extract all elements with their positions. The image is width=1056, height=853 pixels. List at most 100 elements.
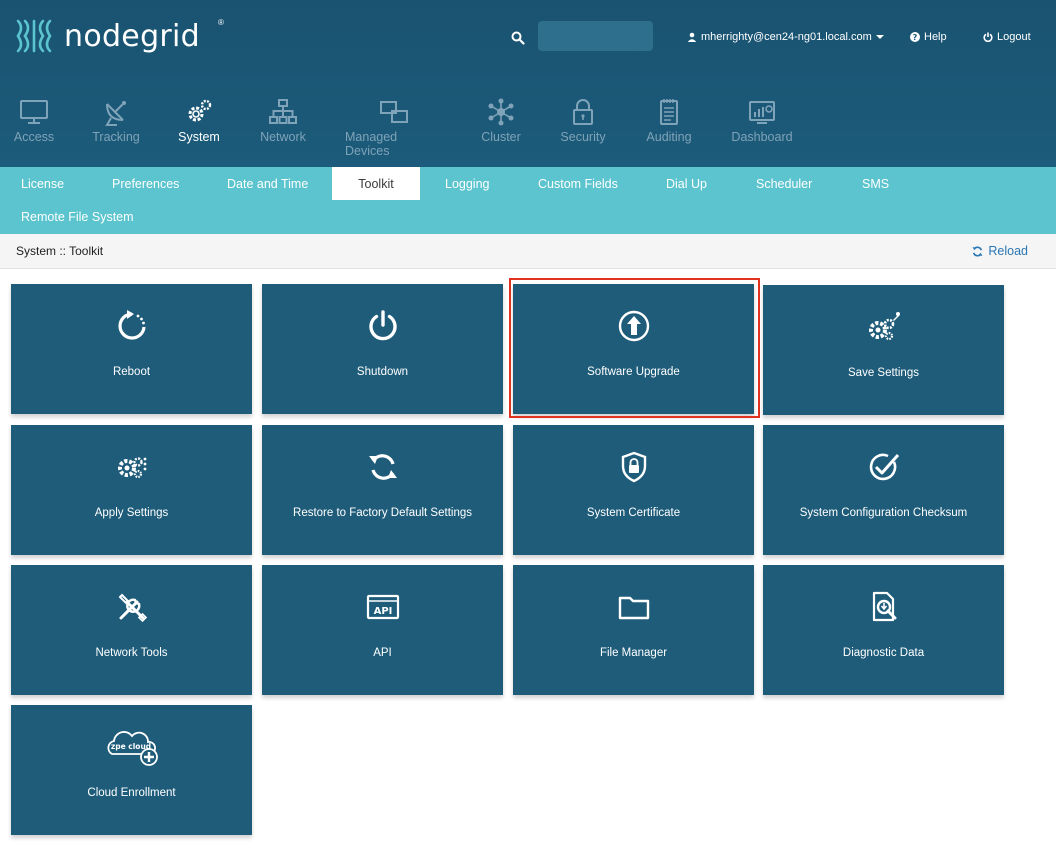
nav-cluster[interactable]: Cluster — [479, 98, 523, 144]
subnav-remote-file-system[interactable]: Remote File System — [21, 200, 134, 233]
lock-icon — [573, 99, 593, 125]
tools-icon — [118, 593, 147, 623]
subnav-sms[interactable]: SMS — [862, 167, 889, 200]
nav-label: Tracking — [92, 130, 140, 144]
shield-lock-icon — [621, 451, 646, 483]
search-icon[interactable] — [511, 31, 525, 45]
nav-label: Network — [260, 130, 306, 144]
svg-text:API: API — [373, 606, 392, 617]
tile-label: System Certificate — [586, 507, 681, 519]
logo-text: nodegrid — [64, 18, 201, 54]
nav-label: System — [178, 130, 220, 144]
sub-nav: License Preferences Date and Time Toolki… — [0, 167, 1056, 234]
tile-label: Network Tools — [95, 647, 168, 659]
user-label: mherrighty@cen24-ng01.local.com — [701, 31, 872, 43]
subnav-dial-up[interactable]: Dial Up — [666, 167, 707, 200]
logout-link[interactable]: Logout — [983, 31, 1031, 43]
monitor-icon — [20, 100, 48, 124]
svg-text:?: ? — [913, 33, 918, 42]
caret-down-icon — [875, 35, 884, 39]
tile-label: Cloud Enrollment — [87, 787, 176, 799]
nav-label: Managed Devices — [345, 130, 398, 158]
tile-label: Apply Settings — [94, 507, 169, 519]
logout-label: Logout — [997, 31, 1031, 43]
tile-shutdown[interactable]: Shutdown — [262, 284, 503, 414]
nav-label: Dashboard — [731, 130, 793, 144]
reload-button[interactable]: Reload — [972, 244, 1028, 258]
reboot-icon — [117, 310, 146, 340]
nav-label: Cluster — [481, 130, 521, 144]
tile-system-certificate[interactable]: System Certificate — [513, 425, 754, 555]
power-small-icon — [983, 32, 993, 42]
nav-network[interactable]: Network — [257, 98, 309, 144]
tile-label: File Manager — [599, 647, 668, 659]
search-input[interactable] — [538, 21, 653, 51]
tile-label: Diagnostic Data — [842, 647, 925, 659]
save-settings-icon — [868, 312, 900, 341]
subnav-preferences[interactable]: Preferences — [112, 167, 179, 200]
tile-label: Shutdown — [356, 366, 409, 378]
network-tree-icon — [269, 99, 297, 124]
subnav-custom-fields[interactable]: Custom Fields — [538, 167, 618, 200]
refresh-icon — [972, 245, 983, 257]
highlight-box — [509, 278, 760, 418]
notepad-icon — [660, 99, 678, 125]
cluster-icon — [488, 98, 514, 126]
nav-label: Security — [560, 130, 606, 144]
nav-auditing[interactable]: Auditing — [645, 98, 693, 144]
tile-save-settings[interactable]: Save Settings — [763, 285, 1004, 415]
question-circle-icon: ? — [910, 32, 920, 42]
tile-system-configuration-checksum[interactable]: System Configuration Checksum — [763, 425, 1004, 555]
tile-network-tools[interactable]: Network Tools — [11, 565, 252, 695]
subnav-logging[interactable]: Logging — [445, 167, 490, 200]
check-circle-icon — [869, 453, 899, 481]
api-icon: API — [366, 594, 399, 620]
nav-label: Auditing — [646, 130, 692, 144]
breadcrumb: System :: Toolkit — [16, 244, 104, 258]
nav-access[interactable]: Access — [14, 98, 54, 144]
tile-file-manager[interactable]: File Manager — [513, 565, 754, 695]
tile-reboot[interactable]: Reboot — [11, 284, 252, 414]
nav-system[interactable]: System — [177, 98, 221, 144]
tile-apply-settings[interactable]: Apply Settings — [11, 425, 252, 555]
user-menu[interactable]: mherrighty@cen24-ng01.local.com — [687, 31, 884, 43]
gears-icon — [188, 99, 212, 122]
subnav-license[interactable]: License — [21, 167, 64, 200]
nav-dashboard[interactable]: Dashboard — [730, 98, 794, 144]
tile-restore-factory-default[interactable]: Restore to Factory Default Settings — [262, 425, 503, 555]
breadcrumb-bar: System :: Toolkit Reload — [0, 234, 1056, 269]
satellite-dish-icon — [105, 101, 126, 126]
devices-icon — [380, 101, 408, 123]
tile-diagnostic-data[interactable]: Diagnostic Data — [763, 565, 1004, 695]
subnav-date-and-time[interactable]: Date and Time — [227, 167, 308, 200]
registered-mark: ® — [218, 18, 224, 27]
nav-managed-devices[interactable]: Managed Devices — [345, 98, 443, 158]
zpe-cloud-icon: zpe cloud — [107, 731, 158, 766]
apply-settings-icon — [117, 457, 146, 479]
reload-label: Reload — [988, 244, 1028, 258]
main-nav: Access Tracking System Network Managed D… — [0, 98, 1056, 158]
subnav-toolkit[interactable]: Toolkit — [332, 167, 420, 200]
nav-security[interactable]: Security — [559, 98, 607, 144]
help-link[interactable]: ? Help — [910, 31, 947, 43]
nodegrid-logo[interactable]: nodegrid ® — [14, 16, 224, 56]
tile-label: API — [373, 647, 392, 659]
tile-label: System Configuration Checksum — [799, 507, 968, 519]
tile-label: Reboot — [112, 366, 151, 378]
folder-icon — [618, 596, 649, 620]
diagnostic-icon — [872, 591, 896, 622]
tile-label: Restore to Factory Default Settings — [293, 507, 472, 519]
help-label: Help — [924, 31, 947, 43]
nav-tracking[interactable]: Tracking — [91, 98, 141, 144]
subnav-scheduler[interactable]: Scheduler — [756, 167, 812, 200]
tile-label: Save Settings — [848, 367, 919, 379]
restore-icon — [368, 454, 397, 480]
dashboard-icon — [749, 101, 775, 124]
nodegrid-logo-icon — [16, 19, 52, 53]
app-header: nodegrid ® mherrighty@cen24-ng01.local.c… — [0, 0, 1056, 167]
user-icon — [687, 32, 697, 42]
power-icon — [368, 310, 397, 341]
tile-cloud-enrollment[interactable]: zpe cloud Cloud Enrollment — [11, 705, 252, 835]
tile-api[interactable]: API API — [262, 565, 503, 695]
nav-label: Access — [13, 130, 55, 144]
